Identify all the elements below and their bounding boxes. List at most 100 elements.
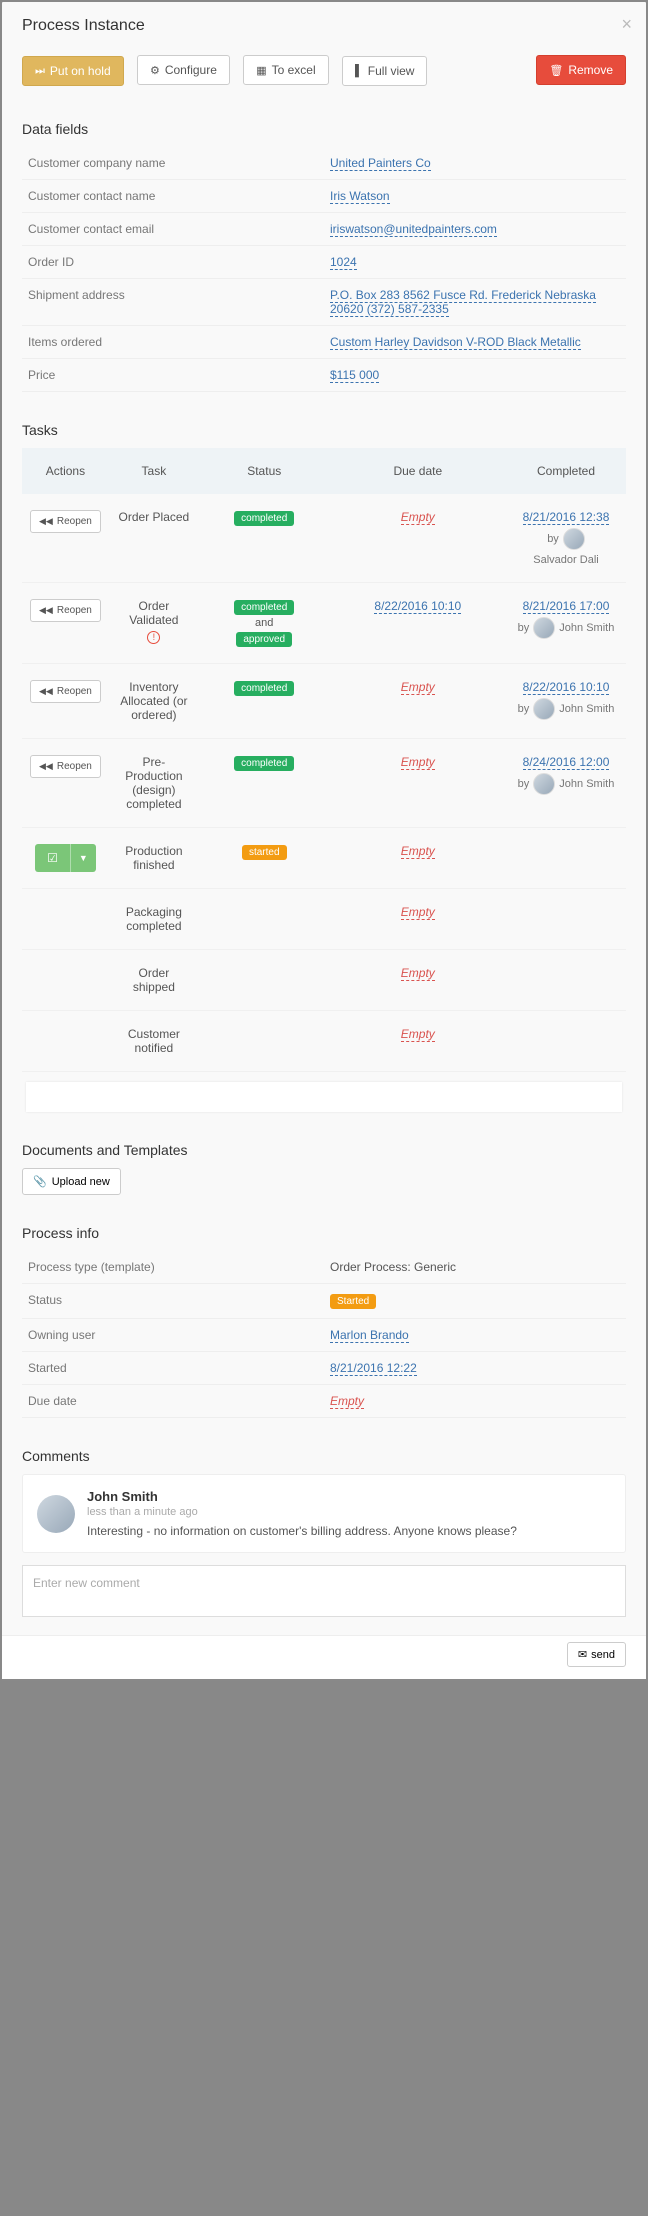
full-view-button[interactable]: ▌Full view [342, 56, 427, 86]
remove-button[interactable]: 🗑Remove [536, 55, 626, 85]
field-value-link[interactable]: iriswatson@unitedpainters.com [330, 222, 497, 237]
task-name: Order shipped [109, 950, 199, 1011]
reopen-button[interactable]: ◀◀Reopen [30, 680, 101, 703]
reopen-button[interactable]: ◀◀Reopen [30, 599, 101, 622]
process-info-section: Process info Process type (template)Orde… [2, 1210, 646, 1433]
task-name: Production finished [109, 828, 199, 889]
check-icon[interactable]: ☑ [35, 844, 71, 872]
empty-value[interactable]: Empty [330, 1394, 364, 1409]
configure-button[interactable]: ⚙Configure [137, 55, 230, 85]
complete-task-button[interactable]: ☑▼ [35, 844, 96, 872]
user-name: Salvador Dali [533, 554, 598, 566]
rewind-icon: ◀◀ [39, 686, 53, 697]
info-link[interactable]: 8/21/2016 12:22 [330, 1361, 417, 1376]
empty-value[interactable]: Empty [401, 755, 435, 770]
empty-value[interactable]: Empty [401, 966, 435, 981]
completed-date-link[interactable]: 8/21/2016 12:38 [523, 510, 610, 525]
empty-value[interactable]: Empty [401, 1027, 435, 1042]
field-value-link[interactable]: P.O. Box 283 8562 Fusce Rd. Frederick Ne… [330, 288, 596, 317]
send-button[interactable]: ✉send [567, 1642, 626, 1667]
field-label: Customer company name [22, 147, 324, 180]
field-value-link[interactable]: Custom Harley Davidson V-ROD Black Metal… [330, 335, 581, 350]
empty-value[interactable]: Empty [401, 510, 435, 525]
col-status: Status [199, 448, 330, 494]
task-completed: 8/21/2016 12:38 bySalvador Dali [506, 494, 626, 583]
info-value: Order Process: Generic [324, 1251, 626, 1284]
empty-value[interactable]: Empty [401, 905, 435, 920]
info-value: 8/21/2016 12:22 [324, 1352, 626, 1385]
info-row: Owning user Marlon Brando [22, 1319, 626, 1352]
empty-value[interactable]: Empty [401, 844, 435, 859]
field-value-link[interactable]: Iris Watson [330, 189, 390, 204]
info-value: Marlon Brando [324, 1319, 626, 1352]
reopen-button[interactable]: ◀◀Reopen [30, 755, 101, 778]
rewind-icon: ◀◀ [39, 516, 53, 527]
trash-icon: 🗑 [549, 64, 563, 77]
data-field-row: Customer contact nameIris Watson [22, 180, 626, 213]
paperclip-icon: 📎 [33, 1175, 47, 1188]
data-field-row: Price$115 000 [22, 359, 626, 392]
empty-value[interactable]: Empty [401, 680, 435, 695]
completed-date-link[interactable]: 8/22/2016 10:10 [523, 680, 610, 695]
dropdown-caret-icon[interactable]: ▼ [71, 846, 96, 870]
avatar [37, 1495, 75, 1533]
document-icon: ▌ [355, 65, 363, 77]
task-row: ◀◀ReopenOrder Validated!completedandappr… [22, 583, 626, 664]
avatar [533, 773, 555, 795]
comment-input[interactable] [22, 1565, 626, 1617]
status-badge: completed [234, 681, 294, 696]
completed-date-link[interactable]: 8/24/2016 12:00 [523, 755, 610, 770]
comment-time: less than a minute ago [87, 1506, 517, 1518]
col-completed: Completed [506, 448, 626, 494]
task-completed: 8/24/2016 12:00 byJohn Smith [506, 739, 626, 828]
field-value-link[interactable]: 1024 [330, 255, 357, 270]
field-label: Items ordered [22, 326, 324, 359]
avatar [563, 528, 585, 550]
task-due: Empty [330, 828, 506, 889]
task-completed: 8/22/2016 10:10byJohn Smith [506, 664, 626, 739]
task-row: Customer notifiedEmpty [22, 1011, 626, 1072]
reopen-button[interactable]: ◀◀Reopen [30, 510, 101, 533]
data-field-row: Customer company name United Painters Co [22, 147, 626, 180]
task-row: Packaging completedEmpty [22, 889, 626, 950]
task-name: Order Placed [109, 494, 199, 583]
data-fields-section: Data fields Customer company nameUnited … [2, 106, 646, 407]
field-value-link[interactable]: United Painters Co [330, 156, 431, 171]
gear-icon: ⚙ [150, 64, 160, 77]
info-label: Due date [22, 1385, 324, 1418]
info-row: Started8/21/2016 12:22 [22, 1352, 626, 1385]
task-status: completed [199, 494, 330, 583]
col-due: Due date [330, 448, 506, 494]
task-completed [506, 1011, 626, 1072]
tasks-table: Actions Task Status Due date Completed ◀… [22, 448, 626, 1072]
col-actions: Actions [22, 448, 109, 494]
info-value: Started [324, 1284, 626, 1319]
rewind-icon: ◀◀ [39, 605, 53, 616]
field-value-link[interactable]: $115 000 [330, 368, 379, 383]
warning-icon: ! [147, 631, 160, 644]
due-date-link[interactable]: 8/22/2016 10:10 [374, 599, 461, 614]
field-value: Custom Harley Davidson V-ROD Black Metal… [324, 326, 626, 359]
field-label: Shipment address [22, 279, 324, 326]
field-value: $115 000 [324, 359, 626, 392]
close-icon[interactable]: × [621, 14, 632, 35]
user-name: John Smith [559, 778, 614, 790]
process-info-heading: Process info [22, 1225, 626, 1241]
info-link[interactable]: Marlon Brando [330, 1328, 409, 1343]
upload-new-button[interactable]: 📎Upload new [22, 1168, 121, 1195]
info-row: Process type (template)Order Process: Ge… [22, 1251, 626, 1284]
task-due: Empty [330, 664, 506, 739]
field-label: Customer contact email [22, 213, 324, 246]
info-label: Owning user [22, 1319, 324, 1352]
put-on-hold-button[interactable]: ⏭Put on hold [22, 56, 124, 86]
completed-by: bySalvador Dali [514, 528, 618, 566]
data-fields-table: Customer company nameUnited Painters CoC… [22, 147, 626, 392]
field-value: Iris Watson [324, 180, 626, 213]
to-excel-button[interactable]: ▦To excel [243, 55, 328, 85]
task-status: completed [199, 664, 330, 739]
completed-by: byJohn Smith [514, 773, 618, 795]
completed-date-link[interactable]: 8/21/2016 17:00 [523, 599, 610, 614]
data-field-row: Shipment addressP.O. Box 283 8562 Fusce … [22, 279, 626, 326]
field-value: iriswatson@unitedpainters.com [324, 213, 626, 246]
data-field-row: Customer contact email iriswatson@unitedp… [22, 213, 626, 246]
